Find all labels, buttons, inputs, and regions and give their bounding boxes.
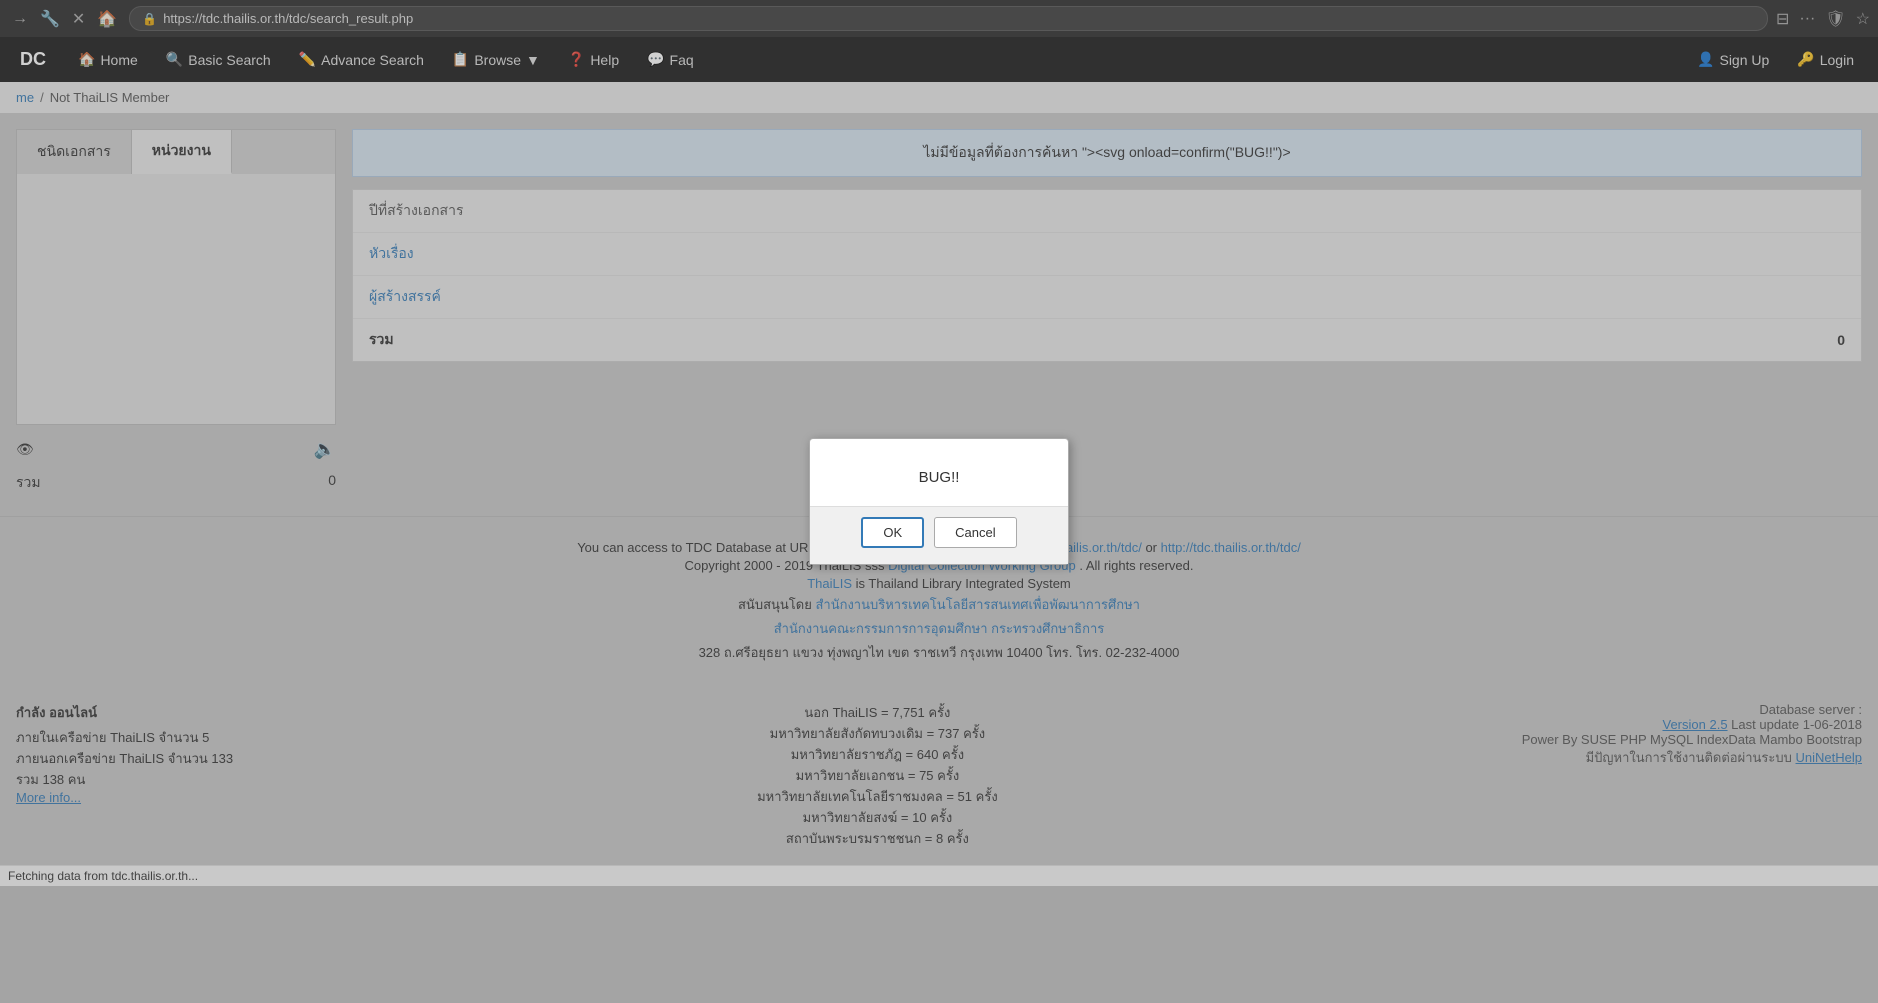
modal-footer: OK Cancel: [810, 506, 1068, 564]
modal-message: BUG!!: [919, 469, 960, 486]
modal-box: BUG!! OK Cancel: [809, 438, 1069, 565]
modal-cancel-button[interactable]: Cancel: [934, 517, 1016, 548]
modal-body: BUG!!: [810, 439, 1068, 506]
modal-ok-button[interactable]: OK: [861, 517, 924, 548]
modal-overlay: BUG!! OK Cancel: [0, 0, 1878, 1003]
